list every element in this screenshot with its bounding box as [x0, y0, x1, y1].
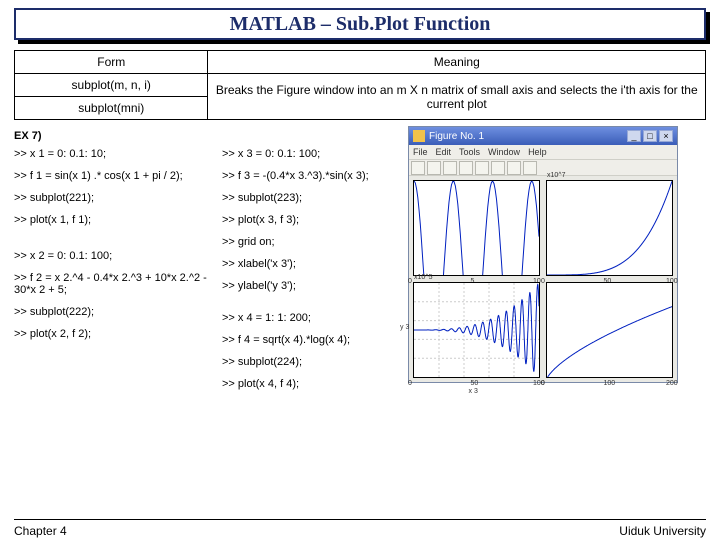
- subplot-224: 0100200: [546, 282, 673, 378]
- tool-button[interactable]: [411, 161, 425, 175]
- content-row: EX 7) >> x 1 = 0: 0.1: 10; >> f 1 = sin(…: [14, 126, 706, 400]
- figure-title: Figure No. 1: [429, 131, 484, 142]
- cell-meaning: Breaks the Figure window into an m X n m…: [208, 74, 706, 120]
- maximize-button[interactable]: □: [643, 130, 657, 142]
- subplot-222: 050100x10^7: [546, 180, 673, 276]
- code-line: >> subplot(223);: [222, 192, 402, 204]
- subplot-grid: 0510 050100x10^7 050100x10^5x 3y 3 01002…: [413, 180, 673, 378]
- matlab-icon: [413, 130, 425, 142]
- code-line: >> plot(x 3, f 3);: [222, 214, 402, 226]
- code-line: >> f 2 = x 2.^4 - 0.4*x 2.^3 + 10*x 2.^2…: [14, 272, 222, 296]
- code-line: >> f 3 = -(0.4*x 3.^3).*sin(x 3);: [222, 170, 402, 182]
- tool-button[interactable]: [507, 161, 521, 175]
- code-col-left: EX 7) >> x 1 = 0: 0.1: 10; >> f 1 = sin(…: [14, 126, 222, 400]
- tool-button[interactable]: [491, 161, 505, 175]
- figure-toolbar: [409, 160, 677, 176]
- subplot-221: 0510: [413, 180, 540, 276]
- code-line: >> plot(x 4, f 4);: [222, 378, 402, 390]
- title-bar: MATLAB – Sub.Plot Function: [14, 8, 706, 40]
- tool-button[interactable]: [443, 161, 457, 175]
- minimize-button[interactable]: _: [627, 130, 641, 142]
- code-line: >> plot(x 2, f 2);: [14, 328, 222, 340]
- page-title: MATLAB – Sub.Plot Function: [14, 8, 706, 40]
- menu-tools[interactable]: Tools: [459, 147, 480, 157]
- code-line: >> f 1 = sin(x 1) .* cos(x 1 + pi / 2);: [14, 170, 222, 182]
- subplot-223: 050100x10^5x 3y 3: [413, 282, 540, 378]
- code-line: >> subplot(222);: [14, 306, 222, 318]
- code-line: >> subplot(221);: [14, 192, 222, 204]
- figure-titlebar[interactable]: Figure No. 1 _ □ ×: [409, 127, 677, 145]
- code-col-mid: >> x 3 = 0: 0.1: 100; >> f 3 = -(0.4*x 3…: [222, 126, 402, 400]
- tool-button[interactable]: [427, 161, 441, 175]
- cell-form1: subplot(m, n, i): [15, 74, 208, 97]
- example-label: EX 7): [14, 130, 222, 142]
- code-line: >> grid on;: [222, 236, 402, 248]
- code-line: >> x 2 = 0: 0.1: 100;: [14, 250, 222, 262]
- menu-window[interactable]: Window: [488, 147, 520, 157]
- footer-rule: [14, 519, 706, 520]
- menu-file[interactable]: File: [413, 147, 428, 157]
- code-line: >> subplot(224);: [222, 356, 402, 368]
- code-line: >> f 4 = sqrt(x 4).*log(x 4);: [222, 334, 402, 346]
- tool-button[interactable]: [475, 161, 489, 175]
- tool-button[interactable]: [523, 161, 537, 175]
- figure-canvas: 0510 050100x10^7 050100x10^5x 3y 3 01002…: [409, 176, 677, 382]
- figure-menu: File Edit Tools Window Help: [409, 145, 677, 160]
- menu-edit[interactable]: Edit: [436, 147, 452, 157]
- code-line: >> xlabel('x 3');: [222, 258, 402, 270]
- tool-button[interactable]: [459, 161, 473, 175]
- form-meaning-table: Form Meaning subplot(m, n, i) Breaks the…: [14, 50, 706, 120]
- figure-window: Figure No. 1 _ □ × File Edit Tools Windo…: [408, 126, 678, 383]
- footer-left: Chapter 4: [14, 524, 67, 538]
- code-line: >> x 1 = 0: 0.1: 10;: [14, 148, 222, 160]
- footer: Chapter 4 Uiduk University: [14, 524, 706, 538]
- menu-help[interactable]: Help: [528, 147, 547, 157]
- footer-right: Uiduk University: [619, 524, 706, 538]
- cell-form2: subplot(mni): [15, 97, 208, 120]
- close-button[interactable]: ×: [659, 130, 673, 142]
- th-form: Form: [15, 51, 208, 74]
- code-line: >> ylabel('y 3');: [222, 280, 402, 292]
- th-meaning: Meaning: [208, 51, 706, 74]
- figure-col: Figure No. 1 _ □ × File Edit Tools Windo…: [402, 126, 706, 400]
- code-line: >> x 4 = 1: 1: 200;: [222, 312, 402, 324]
- code-line: >> plot(x 1, f 1);: [14, 214, 222, 226]
- code-line: >> x 3 = 0: 0.1: 100;: [222, 148, 402, 160]
